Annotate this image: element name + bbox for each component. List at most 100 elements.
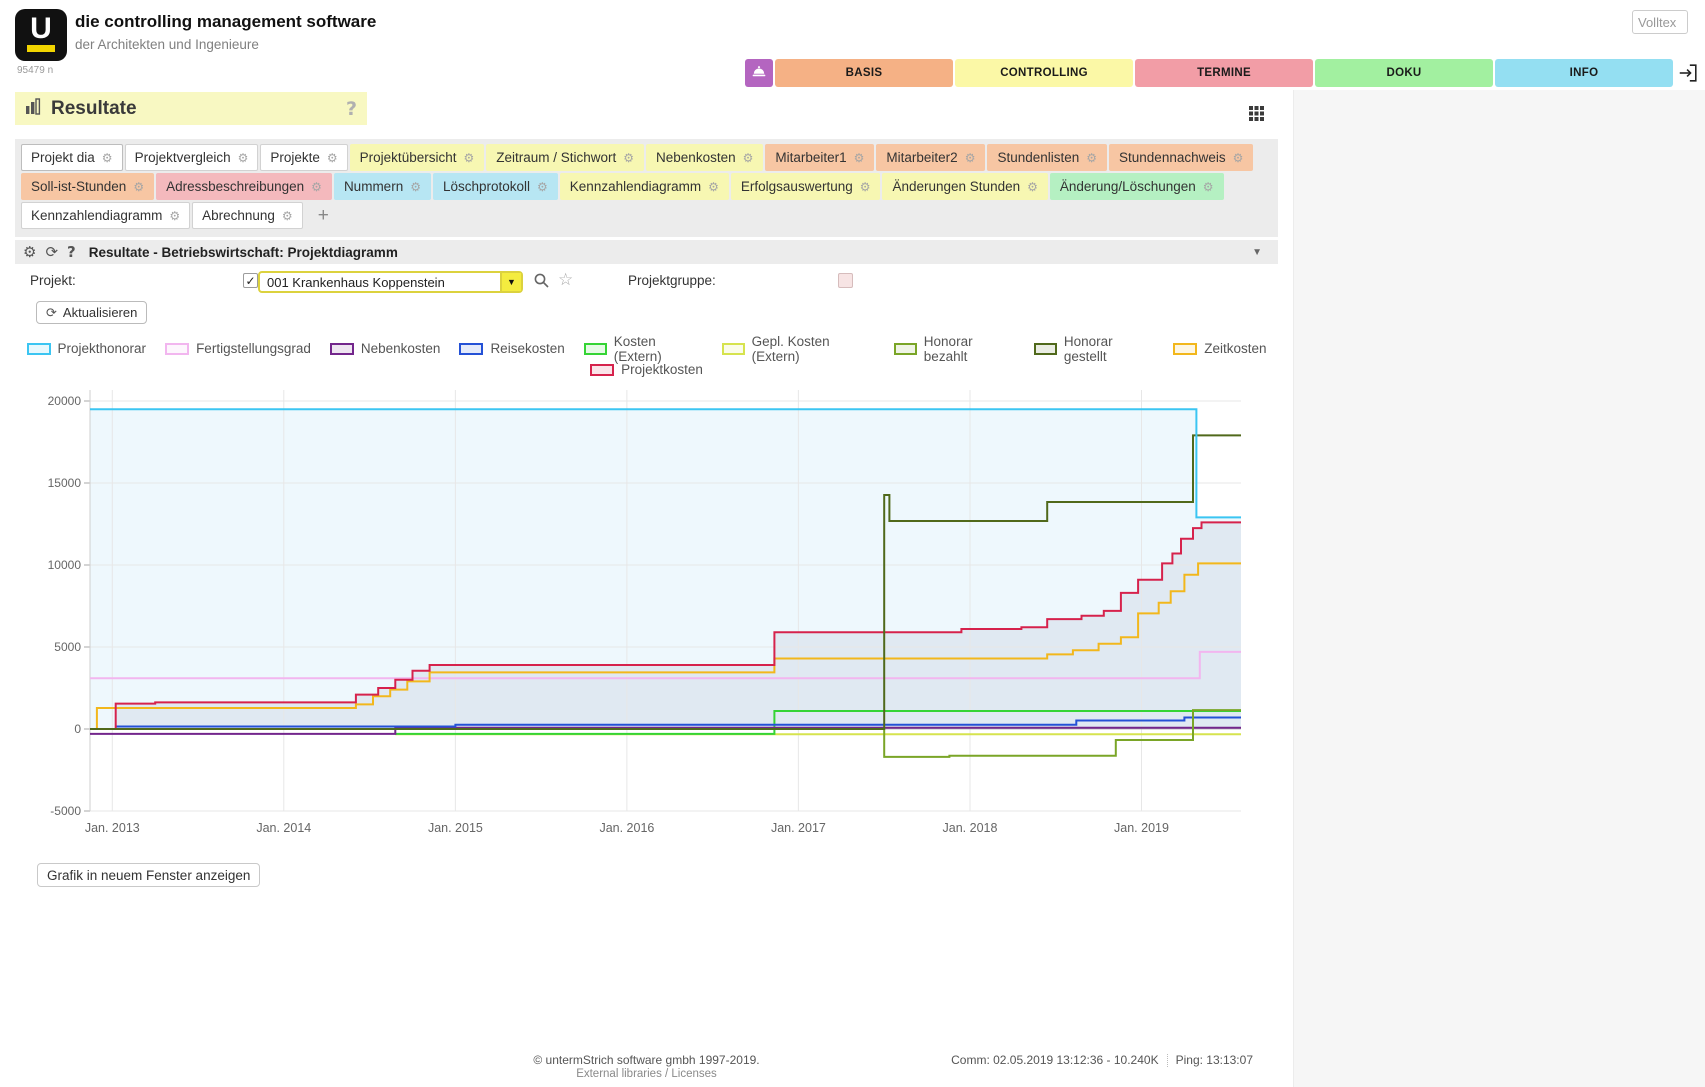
tab-gear-icon[interactable]: ⚙ [327,151,338,165]
tab-gear-icon[interactable]: ⚙ [133,180,144,194]
tab-chip-mitarbeiter1[interactable]: Mitarbeiter1⚙ [765,144,874,171]
tab-chip-label: Nummern [344,179,403,194]
nav-tab-basis[interactable]: BASIS [775,59,953,87]
add-tab-button[interactable]: + [305,202,342,229]
nav-tab-doku[interactable]: DOKU [1315,59,1493,87]
page-title-bar: Resultate ? [15,92,367,125]
tab-chip-mitarbeiter2[interactable]: Mitarbeiter2⚙ [876,144,985,171]
tab-chip-nebenkosten[interactable]: Nebenkosten⚙ [646,144,763,171]
legend-item-kosten_extern[interactable]: Kosten (Extern) [584,338,703,359]
tab-chip-label: Projekte [270,150,320,165]
search-icon[interactable] [533,272,550,294]
legend-swatch-honorar_gestellt [1034,343,1057,355]
project-label: Projekt: [30,273,76,288]
logout-icon[interactable] [1675,59,1701,87]
tab-chip-kennzahlendiagramm[interactable]: Kennzahlendiagramm⚙ [21,202,190,229]
tab-chip-label: + [318,205,329,227]
tab-gear-icon[interactable]: ⚙ [860,180,871,194]
tab-gear-icon[interactable]: ⚙ [410,180,421,194]
nav-tab-controlling[interactable]: CONTROLLING [955,59,1133,87]
ping-status: Ping: 13:13:07 [1176,1053,1253,1067]
legend-item-gepl_kosten_extern[interactable]: Gepl. Kosten (Extern) [722,338,875,359]
svg-text:15000: 15000 [48,476,82,490]
tab-chip-label: Zeitraum / Stichwort [496,150,616,165]
project-group-label: Projektgruppe: [628,273,716,288]
legend-label: Honorar gestellt [1064,334,1154,364]
home-dome-icon[interactable] [745,59,773,87]
tab-chip-nderung-l-schungen[interactable]: Änderung/Löschungen ⚙ [1050,173,1224,200]
settings-gear-icon[interactable]: ⚙ [23,245,36,260]
svg-text:5000: 5000 [54,640,81,654]
open-in-new-window-button[interactable]: Grafik in neuem Fenster anzeigen [37,863,260,887]
status-bar: © untermStrich software gmbh 1997-2019. … [0,1051,1293,1087]
project-diagram: Projekthonorar Fertigstellungsgrad Nebenko… [0,338,1293,843]
tab-chip-stundenlisten[interactable]: Stundenlisten⚙ [987,144,1107,171]
tab-gear-icon[interactable]: ⚙ [1086,151,1097,165]
reload-icon[interactable]: ⟳ [45,245,58,260]
project-group-checkbox[interactable] [838,273,853,288]
tab-chip-kennzahlendiagramm[interactable]: Kennzahlendiagramm⚙ [560,173,729,200]
tab-chip-adressbeschreibungen[interactable]: Adressbeschreibungen⚙ [156,173,332,200]
tab-gear-icon[interactable]: ⚙ [238,151,249,165]
apps-grid-icon[interactable] [1248,105,1265,127]
logo-letter: U [15,9,67,49]
tab-gear-icon[interactable]: ⚙ [708,180,719,194]
toolbar-help-icon[interactable]: ? [67,245,76,260]
tab-chip-nummern[interactable]: Nummern ⚙ [334,173,431,200]
tab-gear-icon[interactable]: ⚙ [537,180,548,194]
legend-item-zeitkosten[interactable]: Zeitkosten [1173,338,1266,359]
tab-chip-projekt-dia[interactable]: Projekt dia⚙ [21,144,123,171]
tab-chip-projekte[interactable]: Projekte ⚙ [260,144,347,171]
legend-item-projektkosten[interactable]: Projektkosten [590,359,703,380]
tab-chip-zeitraum-stichwort[interactable]: Zeitraum / Stichwort ⚙ [486,144,644,171]
tab-chip-soll-ist-stunden[interactable]: Soll-ist-Stunden⚙ [21,173,154,200]
tab-chip-stundennachweis[interactable]: Stundennachweis⚙ [1109,144,1253,171]
tab-chip-l-schprotokoll[interactable]: Löschprotokoll⚙ [433,173,558,200]
favorite-star-icon[interactable]: ☆ [558,270,573,290]
tab-gear-icon[interactable]: ⚙ [1203,180,1214,194]
tab-gear-icon[interactable]: ⚙ [1027,180,1038,194]
legend-swatch-reisekosten [459,343,483,355]
tab-chip-nderungen-stunden[interactable]: Änderungen Stunden⚙ [882,173,1047,200]
legend-item-honorar_gestellt[interactable]: Honorar gestellt [1034,338,1154,359]
collapse-caret-icon[interactable]: ▼ [1252,247,1262,258]
tab-gear-icon[interactable]: ⚙ [1233,151,1244,165]
svg-text:Jan. 2013: Jan. 2013 [85,821,140,835]
tab-gear-icon[interactable]: ⚙ [282,209,293,223]
tab-gear-icon[interactable]: ⚙ [169,209,180,223]
tab-chip-label: Änderung/Löschungen [1060,179,1196,194]
project-checkbox[interactable]: ✓ [243,273,258,288]
nav-tab-termine[interactable]: TERMINE [1135,59,1313,87]
tab-gear-icon[interactable]: ⚙ [743,151,754,165]
legend-item-honorar_bezahlt[interactable]: Honorar bezahlt [894,338,1015,359]
legend-label: Fertigstellungsgrad [196,341,311,356]
licenses-link[interactable]: External libraries / Licenses [0,1068,1293,1080]
legend-item-projekthonorar[interactable]: Projekthonorar [27,338,147,359]
help-icon[interactable]: ? [346,98,357,120]
tab-gear-icon[interactable]: ⚙ [102,151,113,165]
dropdown-arrow-icon[interactable]: ▼ [500,273,521,291]
tab-chip-erfolgsauswertung[interactable]: Erfolgsauswertung⚙ [731,173,881,200]
tab-chip-projekt-bersicht[interactable]: Projektübersicht⚙ [350,144,485,171]
tab-chip-abrechnung[interactable]: Abrechnung⚙ [192,202,303,229]
breadcrumb: Resultate - Betriebswirtschaft: Projektd… [89,245,1243,260]
tab-gear-icon[interactable]: ⚙ [965,151,976,165]
legend-item-nebenkosten[interactable]: Nebenkosten [330,338,441,359]
nav-tab-info[interactable]: INFO [1495,59,1673,87]
project-select[interactable]: 001 Krankenhaus Koppenstein ▼ [258,271,523,293]
refresh-button-label: Aktualisieren [63,305,137,320]
legend-item-reisekosten[interactable]: Reisekosten [459,338,564,359]
legend-swatch-honorar_bezahlt [894,343,917,355]
tab-gear-icon[interactable]: ⚙ [623,151,634,165]
fulltext-search-input[interactable] [1632,10,1688,34]
tab-gear-icon[interactable]: ⚙ [311,180,322,194]
tab-gear-icon[interactable]: ⚙ [854,151,865,165]
tab-chip-projektvergleich[interactable]: Projektvergleich⚙ [125,144,259,171]
legend-item-fertigstellungsgrad[interactable]: Fertigstellungsgrad [165,338,311,359]
svg-text:Jan. 2016: Jan. 2016 [599,821,654,835]
legend-label: Zeitkosten [1204,341,1266,356]
refresh-button[interactable]: ⟳ Aktualisieren [36,301,147,324]
svg-text:Jan. 2014: Jan. 2014 [256,821,311,835]
tab-gear-icon[interactable]: ⚙ [463,151,474,165]
refresh-icon: ⟳ [46,305,57,321]
